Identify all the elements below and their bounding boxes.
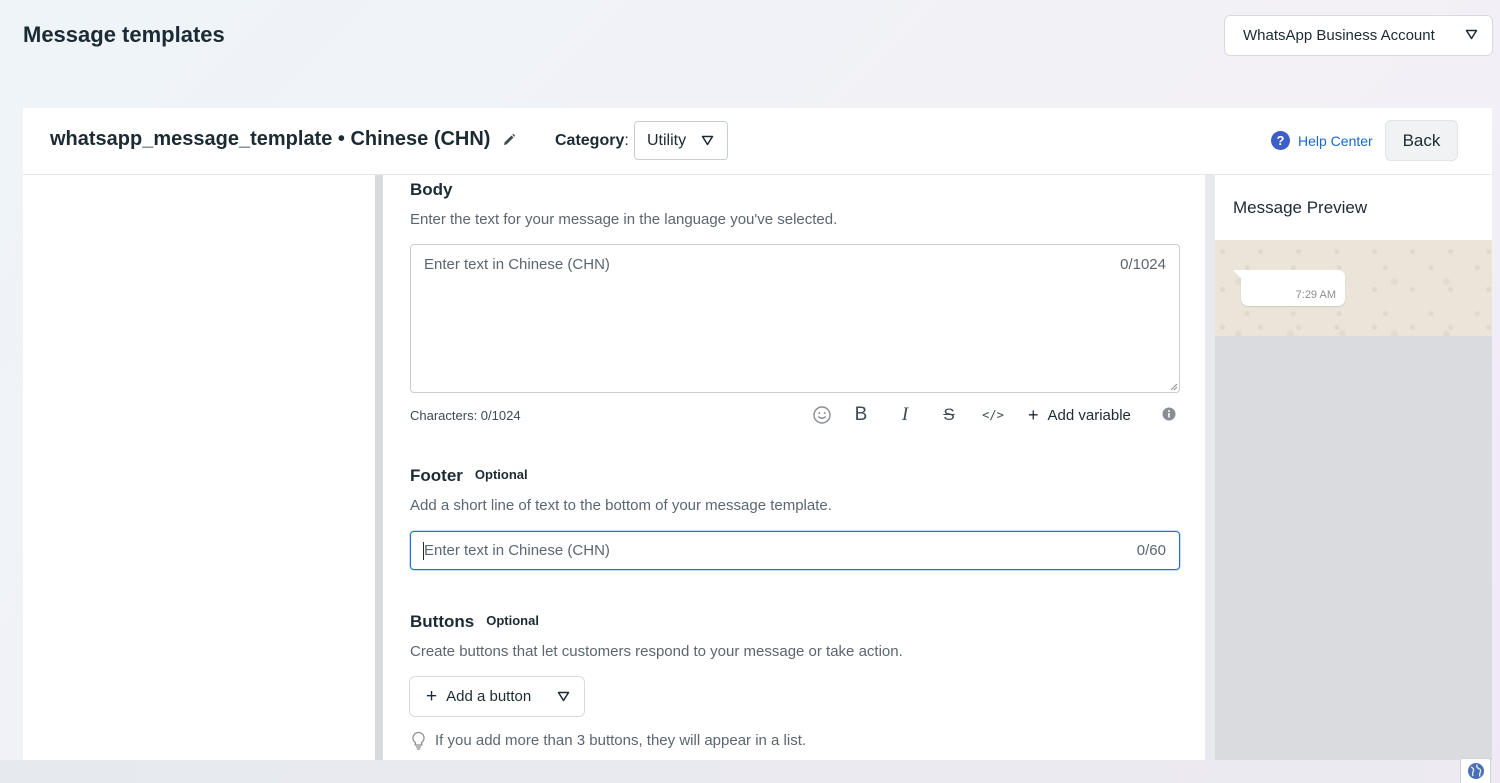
- preview-chat-background: 7:29 AM: [1215, 240, 1492, 336]
- footer-char-counter: 0/60: [1136, 542, 1166, 559]
- account-dropdown-label: WhatsApp Business Account: [1243, 27, 1435, 44]
- left-panel-divider: [375, 175, 383, 760]
- body-textarea[interactable]: Enter text in Chinese (CHN) 0/1024: [410, 244, 1180, 393]
- footer-section-description: Add a short line of text to the bottom o…: [410, 497, 832, 514]
- category-label: Category:: [555, 132, 629, 149]
- add-variable-label: Add variable: [1047, 407, 1131, 424]
- whatsapp-business-account-dropdown[interactable]: WhatsApp Business Account: [1224, 15, 1493, 56]
- add-a-button-dropdown[interactable]: + Add a button: [409, 676, 585, 717]
- template-name: whatsapp_message_template • Chinese (CHN…: [50, 128, 491, 150]
- footer-section-title: Footer Optional: [410, 466, 528, 485]
- globe-button[interactable]: [1460, 758, 1491, 783]
- lightbulb-icon: [412, 731, 425, 750]
- right-panel-divider: [1205, 175, 1215, 760]
- category-value: Utility: [647, 131, 687, 149]
- body-char-counter: 0/1024: [1120, 256, 1166, 273]
- help-center-label: Help Center: [1298, 132, 1373, 149]
- buttons-section-title: Buttons Optional: [410, 612, 539, 631]
- buttons-section-description: Create buttons that let customers respon…: [410, 643, 903, 660]
- bold-icon[interactable]: B: [850, 404, 872, 426]
- strikethrough-icon[interactable]: S: [938, 404, 960, 426]
- footer-input[interactable]: Enter text in Chinese (CHN) 0/60: [410, 531, 1180, 570]
- chevron-down-icon: [557, 691, 570, 702]
- help-icon: ?: [1271, 131, 1290, 150]
- optional-badge: Optional: [486, 613, 539, 628]
- page-title: Message templates: [23, 22, 225, 47]
- bubble-timestamp: 7:29 AM: [1295, 289, 1336, 301]
- italic-icon[interactable]: I: [894, 404, 916, 426]
- help-center-link[interactable]: ? Help Center: [1271, 131, 1373, 150]
- chevron-down-icon: [1465, 29, 1478, 40]
- characters-count: Characters: 0/1024: [410, 408, 521, 423]
- buttons-tip: If you add more than 3 buttons, they wil…: [411, 731, 806, 750]
- body-placeholder: Enter text in Chinese (CHN): [424, 256, 610, 273]
- template-editor-card: whatsapp_message_template • Chinese (CHN…: [23, 108, 1492, 760]
- globe-icon: [1467, 763, 1484, 779]
- bottom-band: [0, 760, 1500, 783]
- message-preview-panel: Message Preview 7:29 AM: [1215, 175, 1492, 760]
- body-section-description: Enter the text for your message in the l…: [410, 211, 838, 228]
- plus-icon: +: [426, 685, 438, 707]
- add-variable-button[interactable]: + Add variable: [1028, 405, 1131, 426]
- pencil-icon[interactable]: [501, 132, 517, 148]
- code-icon[interactable]: </>: [982, 404, 1004, 426]
- chevron-down-icon: [701, 135, 714, 146]
- category-dropdown[interactable]: Utility: [634, 121, 728, 160]
- buttons-tip-text: If you add more than 3 buttons, they wil…: [435, 732, 807, 749]
- message-preview-title: Message Preview: [1215, 175, 1492, 240]
- body-section-title: Body: [410, 180, 453, 199]
- emoji-icon[interactable]: [811, 404, 833, 426]
- back-button[interactable]: Back: [1385, 120, 1458, 161]
- template-editor-header: whatsapp_message_template • Chinese (CHN…: [23, 108, 1492, 175]
- resize-handle-icon[interactable]: [1169, 382, 1178, 391]
- footer-placeholder: Enter text in Chinese (CHN): [424, 542, 610, 559]
- optional-badge: Optional: [474, 467, 528, 482]
- plus-icon: +: [1028, 405, 1039, 425]
- info-icon[interactable]: [1162, 407, 1176, 421]
- add-a-button-label: Add a button: [446, 688, 532, 705]
- preview-message-bubble: 7:29 AM: [1233, 270, 1345, 306]
